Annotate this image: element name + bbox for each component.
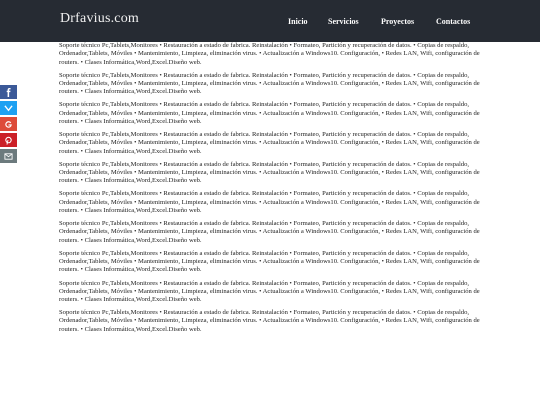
service-paragraph: Soporte técnico Pc,Tablets,Monitores • R… [59, 71, 480, 96]
nav-servicios[interactable]: Servicios [328, 17, 359, 26]
service-paragraph: Soporte técnico Pc,Tablets,Monitores • R… [59, 42, 480, 66]
share-pinterest-button[interactable] [0, 133, 17, 147]
share-google-plus-button[interactable] [0, 117, 17, 131]
nav-contactos[interactable]: Contactos [436, 17, 470, 26]
main-content: Soporte técnico Pc,Tablets,Monitores • R… [59, 42, 483, 339]
service-paragraph: Soporte técnico Pc,Tablets,Monitores • R… [59, 160, 480, 185]
service-paragraph: Soporte técnico Pc,Tablets,Monitores • R… [59, 190, 480, 215]
facebook-icon [6, 87, 11, 97]
twitter-icon [4, 104, 13, 111]
share-twitter-button[interactable] [0, 101, 17, 115]
share-email-button[interactable] [0, 149, 17, 163]
social-share-bar [0, 85, 17, 165]
share-facebook-button[interactable] [0, 85, 17, 99]
service-paragraph: Soporte técnico Pc,Tablets,Monitores • R… [59, 220, 480, 244]
google-plus-icon [5, 120, 12, 128]
service-paragraph: Soporte técnico Pc,Tablets,Monitores • R… [59, 309, 480, 333]
nav-inicio[interactable]: Inicio [288, 17, 308, 26]
top-navbar: Drfavius.com Inicio Servicios Proyectos … [0, 0, 540, 42]
service-paragraph: Soporte técnico Pc,Tablets,Monitores • R… [59, 279, 480, 304]
site-logo[interactable]: Drfavius.com [60, 11, 139, 27]
email-icon [4, 152, 13, 160]
pinterest-icon [5, 136, 12, 145]
service-paragraph: Soporte técnico Pc,Tablets,Monitores • R… [59, 249, 480, 274]
nav-proyectos[interactable]: Proyectos [381, 17, 414, 26]
service-paragraph: Soporte técnico Pc,Tablets,Monitores • R… [59, 101, 480, 125]
service-paragraph: Soporte técnico Pc,Tablets,Monitores • R… [59, 131, 480, 155]
